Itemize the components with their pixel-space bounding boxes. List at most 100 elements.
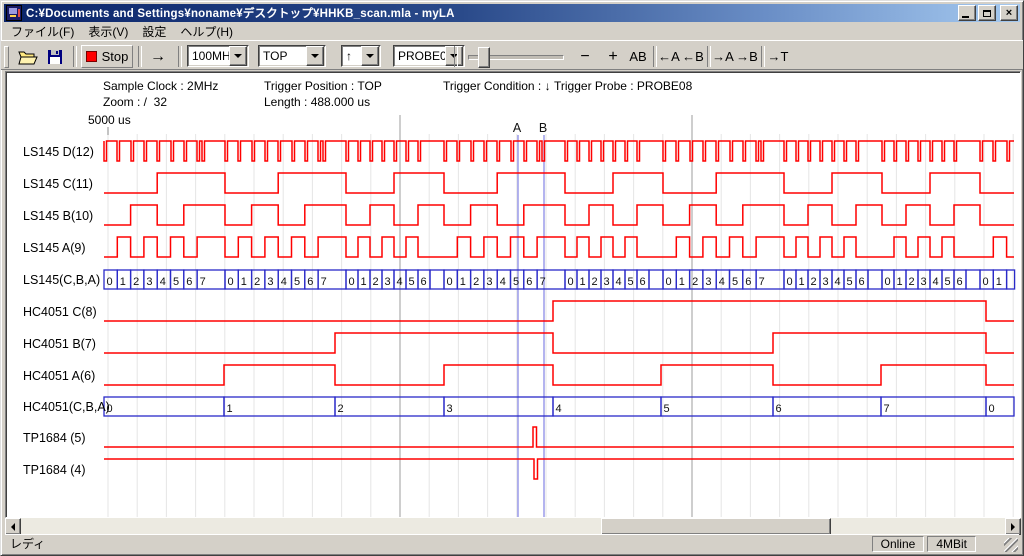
channel-label-LS145(C,B,A)[interactable]: LS145(C,B,A) — [23, 272, 100, 288]
right-t-icon: →T — [768, 49, 789, 64]
bus-cell-value: 2 — [373, 276, 379, 288]
app-window: C:¥Documents and Settings¥noname¥デスクトップ¥… — [0, 0, 1024, 556]
bus-cell-value: 1 — [897, 276, 903, 288]
bus-cell-value: 3 — [604, 276, 610, 288]
channel-label-HC4051-A(6)[interactable]: HC4051 A(6) — [23, 368, 95, 384]
minimize-icon — [962, 16, 969, 18]
bus-cell-value: 4 — [500, 276, 506, 288]
chevron-down-icon[interactable] — [306, 46, 324, 66]
bus-cell-value: 5 — [664, 403, 670, 415]
bus-cell — [773, 397, 881, 416]
bus-cell-value: 2 — [338, 403, 344, 415]
bus-cell-value: 1 — [580, 276, 586, 288]
zoom-slider[interactable] — [468, 49, 564, 65]
stop-button[interactable]: Stop — [81, 45, 133, 68]
resize-grip[interactable] — [1004, 538, 1018, 552]
menu-view[interactable]: 表示(V) — [81, 23, 135, 40]
minus-icon: − — [580, 48, 589, 66]
ab-label: AB — [629, 49, 646, 64]
waveform-canvas[interactable]: AB01234567012345670123456012345670123456… — [1, 71, 1024, 518]
channel-TP1684-(4) — [104, 459, 1014, 479]
zoom-in-button[interactable]: + — [601, 45, 625, 68]
channel-label-LS145-C(11)[interactable]: LS145 C(11) — [23, 176, 93, 192]
zoom-out-button[interactable]: − — [573, 45, 597, 68]
toolbar-separator — [454, 46, 458, 67]
chevron-down-icon[interactable] — [361, 46, 379, 66]
bus-cell-value: 6 — [421, 276, 427, 288]
status-message: レディ — [10, 535, 869, 552]
maximize-button[interactable] — [978, 5, 996, 21]
title-bar: C:¥Documents and Settings¥noname¥デスクトップ¥… — [4, 4, 1020, 22]
trigger-condition-readout: Trigger Condition : ↓ — [443, 79, 551, 93]
save-button[interactable] — [42, 45, 67, 68]
bus-cell — [966, 270, 980, 289]
goto-trigger-button[interactable]: →T — [765, 45, 791, 68]
bus-cell-value: 3 — [921, 276, 927, 288]
channel-LS145-C(11) — [104, 173, 1014, 193]
channel-label-HC4051-B(7)[interactable]: HC4051 B(7) — [23, 336, 96, 352]
bus-cell-value: 6 — [186, 276, 192, 288]
right-a-icon: →A — [712, 49, 734, 64]
bus-cell-value: 7 — [321, 276, 327, 288]
bus-cell — [649, 270, 663, 289]
bus-cell-value: 5 — [847, 276, 853, 288]
channel-label-TP1684-(4)[interactable]: TP1684 (4) — [23, 462, 86, 478]
scroll-right-button[interactable] — [1005, 518, 1021, 535]
bus-cell-value: 1 — [996, 276, 1002, 288]
channel-label-HC4051-C(8)[interactable]: HC4051 C(8) — [23, 304, 97, 320]
bus-cell-value: 0 — [447, 276, 453, 288]
bus-cell-value: 0 — [228, 276, 234, 288]
close-button[interactable]: × — [1000, 5, 1018, 21]
bus-cell — [430, 270, 444, 289]
minimize-button[interactable] — [958, 5, 976, 21]
bus-cell-value: 0 — [349, 276, 355, 288]
scroll-left-button[interactable] — [5, 518, 21, 535]
scrollbar-thumb[interactable] — [601, 518, 831, 535]
channel-label-LS145-D(12)[interactable]: LS145 D(12) — [23, 144, 94, 160]
bus-cell — [661, 397, 773, 416]
run-button[interactable]: → — [144, 45, 172, 68]
trigger-edge-combo[interactable]: ↑ — [341, 45, 381, 67]
bus-cell-value: 3 — [705, 276, 711, 288]
bus-cell-value: 2 — [473, 276, 479, 288]
bus-cell-value: 4 — [616, 276, 622, 288]
trigger-probe-value: PROBE00 — [394, 49, 445, 63]
bus-cell-value: 0 — [989, 403, 995, 415]
sample-clock-value: 100MHz — [188, 49, 229, 63]
goto-marker-a-left-button[interactable]: ←A — [657, 45, 681, 68]
chevron-down-icon[interactable] — [229, 46, 247, 66]
bus-cell-value: 6 — [859, 276, 865, 288]
menu-help[interactable]: ヘルプ(H) — [173, 23, 240, 40]
trigger-position-readout: Trigger Position : TOP — [264, 79, 382, 93]
bus-cell-value: 0 — [983, 276, 989, 288]
channel-label-LS145-A(9)[interactable]: LS145 A(9) — [23, 240, 86, 256]
sample-clock-combo[interactable]: 100MHz — [187, 45, 249, 67]
goto-marker-a-right-button[interactable]: →A — [711, 45, 735, 68]
trigger-position-combo[interactable]: TOP — [258, 45, 326, 67]
window-title: C:¥Documents and Settings¥noname¥デスクトップ¥… — [26, 5, 956, 21]
bus-cell-value: 7 — [540, 276, 546, 288]
menu-file[interactable]: ファイル(F) — [4, 23, 81, 40]
bus-cell-value: 4 — [160, 276, 166, 288]
memory-status-badge: 4MBit — [927, 536, 976, 552]
digital-trace — [104, 365, 1014, 385]
channel-label-LS145-B(10)[interactable]: LS145 B(10) — [23, 208, 93, 224]
left-a-icon: ←A — [658, 49, 680, 64]
channel-label-TP1684-(5)[interactable]: TP1684 (5) — [23, 430, 86, 446]
slider-handle[interactable] — [478, 47, 490, 68]
bus-cell-value: 5 — [409, 276, 415, 288]
goto-marker-b-left-button[interactable]: ←B — [681, 45, 705, 68]
zoom-readout: Zoom : / 32 — [103, 95, 167, 109]
bus-cell-value: 3 — [146, 276, 152, 288]
status-bar: レディ Online 4MBit — [5, 534, 1019, 552]
menu-settings[interactable]: 設定 — [135, 23, 173, 40]
run-arrow-icon: → — [150, 48, 166, 66]
goto-marker-b-right-button[interactable]: →B — [735, 45, 759, 68]
channel-HC4051-B(7) — [104, 333, 1014, 353]
ab-range-button[interactable]: AB — [625, 45, 651, 68]
channel-label-HC4051(C,B,A)[interactable]: HC4051(C,B,A) — [23, 399, 110, 415]
bus-cell-value: 1 — [120, 276, 126, 288]
open-file-button[interactable] — [15, 45, 40, 68]
bus-cell-value: 4 — [397, 276, 403, 288]
horizontal-scrollbar[interactable] — [5, 518, 1021, 535]
